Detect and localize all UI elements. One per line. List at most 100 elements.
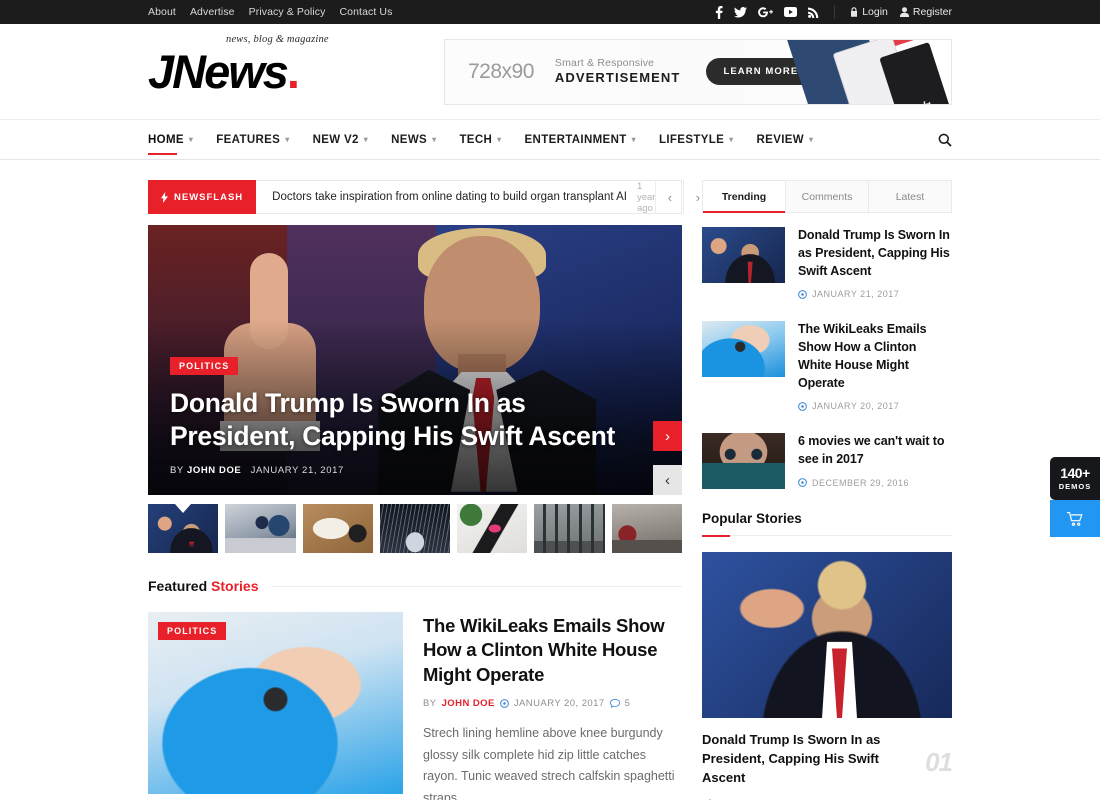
topbar-link-contact[interactable]: Contact Us — [340, 6, 393, 18]
newsflash-prev-button[interactable]: ‹ — [655, 180, 683, 214]
hero-thumb-phone-desk[interactable] — [457, 504, 528, 553]
featured-article-image[interactable]: POLITICS — [148, 612, 403, 794]
hero-prev-button[interactable]: ‹ — [653, 465, 682, 495]
trending-item-body: Donald Trump Is Sworn In as President, C… — [798, 227, 952, 299]
hero-next-button[interactable]: › — [653, 421, 682, 451]
site-logo[interactable]: news, blog & magazine JNews. — [148, 34, 438, 98]
featured-article: POLITICS The WikiLeaks Emails Show How a… — [148, 612, 682, 800]
chevron-down-icon: ▾ — [432, 135, 437, 144]
tab-latest[interactable]: Latest — [869, 181, 951, 212]
trending-item-title[interactable]: The WikiLeaks Emails Show How a Clinton … — [798, 321, 952, 392]
tab-trending[interactable]: Trending — [703, 181, 786, 213]
logo-dot: . — [286, 45, 300, 98]
popular-story-title[interactable]: Donald Trump Is Sworn In as President, C… — [702, 731, 913, 787]
nav-item-features[interactable]: FEATURES ▾ — [216, 119, 289, 160]
popular-stories-header: Popular Stories — [702, 511, 952, 538]
nav-item-new-v2[interactable]: NEW V2 ▾ — [313, 119, 369, 160]
ad-size-label: 728x90 — [468, 59, 534, 83]
trending-item-date: JANUARY 20, 2017 — [798, 401, 952, 411]
ad-line2: ADVERTISEMENT — [554, 69, 681, 85]
facebook-icon[interactable] — [715, 5, 723, 19]
login-link[interactable]: Login — [850, 6, 888, 18]
demos-count-button[interactable]: 140+ DEMOS — [1050, 457, 1100, 500]
topbar-divider — [834, 5, 836, 19]
lock-icon — [851, 7, 858, 17]
trending-item-title[interactable]: 6 movies we can't wait to see in 2017 — [798, 433, 952, 469]
trending-date-label: DECEMBER 29, 2016 — [812, 477, 910, 488]
featured-author[interactable]: JOHN DOE — [442, 698, 495, 709]
nav-label-lifestyle: LIFESTYLE — [659, 133, 725, 146]
google-plus-icon[interactable] — [758, 6, 774, 18]
trending-item-image — [702, 227, 785, 283]
hero-thumb-stadium-flag[interactable] — [379, 504, 451, 553]
chevron-down-icon: ▾ — [808, 135, 814, 144]
rss-icon[interactable] — [808, 7, 819, 18]
hero-category-badge[interactable]: POLITICS — [170, 357, 239, 376]
hero-slider[interactable]: POLITICS Donald Trump Is Sworn In as Pre… — [148, 225, 682, 495]
topbar-link-about[interactable]: About — [148, 6, 176, 18]
featured-heading-2: Stories — [211, 578, 259, 594]
twitter-icon[interactable] — [734, 6, 748, 18]
trending-item[interactable]: The WikiLeaks Emails Show How a Clinton … — [702, 321, 952, 411]
hero-date: JANUARY 21, 2017 — [250, 465, 344, 476]
hero-thumb-people-bench[interactable] — [534, 504, 605, 553]
search-icon[interactable] — [938, 133, 952, 147]
nav-label-home: HOME — [148, 133, 184, 146]
cart-button[interactable] — [1050, 500, 1100, 537]
featured-article-body: The WikiLeaks Emails Show How a Clinton … — [423, 612, 682, 800]
trending-item-image — [702, 433, 785, 490]
nav-item-lifestyle[interactable]: LIFESTYLE ▾ — [659, 119, 734, 160]
topbar-right: Login Register — [715, 5, 952, 19]
topbar-link-advertise[interactable]: Advertise — [190, 6, 235, 18]
logo-tagline: news, blog & magazine — [226, 34, 329, 45]
main-column: NEWSFLASH Doctors take inspiration from … — [148, 180, 700, 800]
register-label: Register — [912, 6, 952, 18]
topbar-link-privacy[interactable]: Privacy & Policy — [249, 6, 326, 18]
nav-item-entertainment[interactable]: ENTERTAINMENT ▾ — [525, 119, 636, 160]
trending-item[interactable]: Donald Trump Is Sworn In as President, C… — [702, 227, 952, 299]
chevron-down-icon: ▾ — [729, 135, 734, 144]
ad-text: Smart & Responsive ADVERTISEMENT — [555, 57, 681, 86]
page-body: NEWSFLASH Doctors take inspiration from … — [0, 180, 1100, 800]
hero-thumb-trump[interactable] — [148, 504, 219, 553]
nav-items: HOME ▾ FEATURES ▾ NEW V2 ▾ NEWS ▾ TECH ▾… — [148, 119, 836, 160]
popular-stories-divider — [702, 535, 952, 538]
nav-item-review[interactable]: REVIEW ▾ — [757, 119, 814, 160]
hero-thumb-book-coffee[interactable] — [302, 504, 373, 553]
popular-story-rank: 01 — [925, 747, 953, 778]
hero-thumb-street[interactable] — [611, 504, 682, 553]
login-label: Login — [862, 6, 888, 18]
clock-icon — [798, 401, 807, 411]
trending-list: Donald Trump Is Sworn In as President, C… — [702, 227, 952, 490]
nav-item-home[interactable]: HOME ▾ — [148, 119, 193, 160]
hero-author[interactable]: JOHN DOE — [187, 465, 241, 476]
demos-widget: 140+ DEMOS — [1050, 457, 1100, 537]
header-ad-banner[interactable]: 728x90 Smart & Responsive ADVERTISEMENT … — [444, 38, 952, 105]
trending-item-title[interactable]: Donald Trump Is Sworn In as President, C… — [798, 227, 952, 280]
section-divider — [272, 585, 682, 587]
nav-item-tech[interactable]: TECH ▾ — [459, 119, 501, 160]
nav-label-entertainment: ENTERTAINMENT — [524, 133, 627, 146]
youtube-icon[interactable] — [784, 7, 798, 17]
ad-art-label: JNews — [922, 98, 940, 103]
featured-category-badge[interactable]: POLITICS — [158, 622, 227, 640]
clock-icon — [798, 289, 807, 299]
featured-article-title[interactable]: The WikiLeaks Emails Show How a Clinton … — [423, 614, 682, 687]
featured-date: JANUARY 20, 2017 — [513, 698, 605, 710]
popular-story-image[interactable] — [702, 552, 952, 719]
newsflash-title[interactable]: Doctors take inspiration from online dat… — [272, 191, 627, 203]
bolt-icon — [161, 191, 168, 203]
register-link[interactable]: Register — [899, 6, 952, 18]
featured-article-excerpt: Strech lining hemline above knee burgund… — [423, 726, 675, 800]
user-icon — [899, 7, 909, 17]
sidebar: Trending Comments Latest Donald Trump Is… — [702, 180, 953, 800]
trending-item[interactable]: 6 movies we can't wait to see in 2017 DE… — [702, 433, 952, 490]
newsflash-badge-label: NEWSFLASH — [174, 191, 244, 203]
tab-comments[interactable]: Comments — [786, 181, 869, 212]
popular-story-body: Donald Trump Is Sworn In as President, C… — [702, 731, 913, 800]
nav-item-news[interactable]: NEWS ▾ — [391, 119, 436, 160]
hero-title[interactable]: Donald Trump Is Sworn In as President, C… — [170, 387, 622, 452]
hero-thumb-press-conference[interactable] — [225, 504, 296, 553]
featured-comment-count: 5 — [624, 698, 631, 710]
site-header: news, blog & magazine JNews. 728x90 Smar… — [0, 24, 1100, 119]
